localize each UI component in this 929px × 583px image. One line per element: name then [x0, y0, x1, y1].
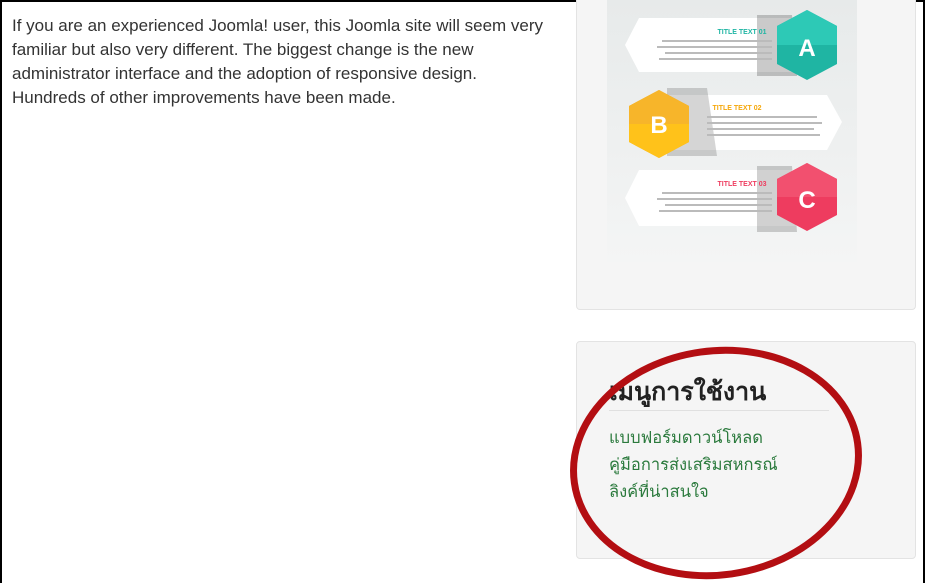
menu-list-item: แบบฟอร์มดาวน์โหลด: [609, 424, 778, 451]
article-intro-text: If you are an experienced Joomla! user, …: [12, 16, 544, 107]
menu-link-download-forms[interactable]: แบบฟอร์มดาวน์โหลด: [609, 428, 763, 447]
menu-list-item: คู่มือการส่งเสริมสหกรณ์: [609, 451, 778, 478]
infographic-row-a: A TITLE TEXT 01: [625, 10, 837, 80]
hexagon-c-letter: C: [798, 187, 815, 214]
hexagon-a-letter: A: [798, 35, 815, 62]
infographic-row-c: C TITLE TEXT 03: [625, 163, 837, 232]
row-c-title: TITLE TEXT 03: [717, 181, 766, 188]
image-module: A TITLE TEXT 01 B TITLE TEXT 02 C TITLE …: [576, 0, 916, 310]
row-b-title: TITLE TEXT 02: [712, 105, 761, 112]
menu-title-divider: [609, 410, 829, 411]
menu-module: เมนูการใช้งาน แบบฟอร์มดาวน์โหลด คู่มือกา…: [576, 341, 916, 559]
infographic-row-b: B TITLE TEXT 02: [629, 88, 842, 158]
infographic-svg: A TITLE TEXT 01 B TITLE TEXT 02 C TITLE …: [625, 10, 842, 232]
menu-list-item: ลิงค์ที่น่าสนใจ: [609, 478, 778, 505]
infographic-banner-image: A TITLE TEXT 01 B TITLE TEXT 02 C TITLE …: [607, 0, 857, 262]
menu-module-title: เมนูการใช้งาน: [609, 377, 767, 406]
menu-link-interesting-links[interactable]: ลิงค์ที่น่าสนใจ: [609, 482, 709, 501]
menu-link-cooperative-manual[interactable]: คู่มือการส่งเสริมสหกรณ์: [609, 455, 778, 474]
menu-link-list: แบบฟอร์มดาวน์โหลด คู่มือการส่งเสริมสหกรณ…: [609, 424, 778, 505]
hexagon-b-letter: B: [650, 112, 667, 139]
row-a-title: TITLE TEXT 01: [717, 29, 766, 36]
